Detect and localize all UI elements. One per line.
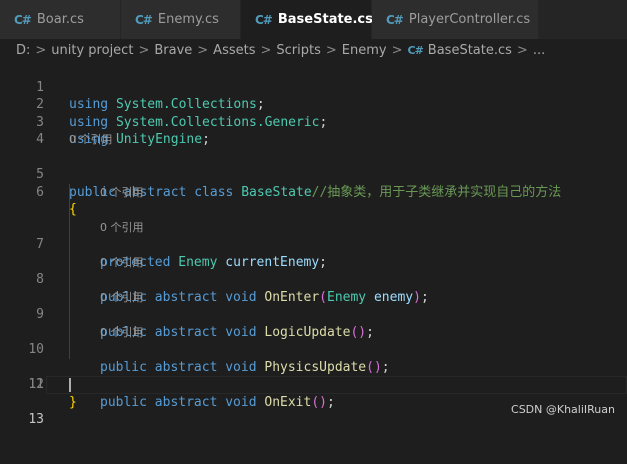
keyword: public abstract void: [100, 394, 257, 410]
code-line: 2 using System.Collections.Generic;: [0, 79, 627, 130]
bracket: }: [69, 394, 77, 410]
chevron-right-icon: >: [260, 42, 272, 58]
code-line: 12 }: [0, 359, 627, 410]
tab-label: PlayerController.cs: [408, 12, 531, 27]
breadcrumb-item[interactable]: D:: [16, 43, 30, 58]
tab-label: BaseState.cs: [277, 12, 373, 27]
tab-boar[interactable]: C# Boar.cs: [0, 0, 121, 39]
codelens-references[interactable]: 0 个引用: [0, 253, 627, 271]
chevron-right-icon: >: [35, 42, 47, 58]
text-cursor: [69, 378, 71, 392]
code-line: 3 using UnityEngine;: [0, 96, 627, 148]
csharp-file-icon: C#: [135, 12, 153, 27]
code-line: 7 protected Enemy currentEnemy;: [0, 201, 627, 270]
tab-basestate[interactable]: C# BaseState.cs ✕: [241, 0, 395, 39]
codelens-references[interactable]: 0 个引用: [0, 288, 627, 306]
tab-enemy[interactable]: C# Enemy.cs: [121, 0, 241, 39]
csharp-file-icon: C#: [255, 12, 273, 27]
line-number: 13: [28, 412, 44, 427]
code-line: 10 public abstract void PhysicsUpdate();: [0, 306, 627, 375]
chevron-right-icon: >: [197, 42, 209, 58]
chevron-right-icon: >: [391, 42, 403, 58]
tab-bar: C# Boar.cs C# Enemy.cs C# BaseState.cs ✕…: [0, 0, 627, 39]
codelens-references[interactable]: 0 个引用: [0, 183, 627, 201]
tab-label: Boar.cs: [36, 12, 84, 27]
watermark: CSDN @KhaliIRuan: [511, 403, 615, 416]
breadcrumb-item[interactable]: Brave: [154, 43, 192, 58]
chevron-right-icon: >: [516, 42, 528, 58]
chevron-right-icon: >: [325, 42, 337, 58]
tab-label: Enemy.cs: [157, 12, 219, 27]
method-name: OnExit: [264, 394, 312, 410]
csharp-file-icon: C#: [386, 12, 404, 27]
code-line: 5 public abstract class BaseState//抽象类，用…: [0, 149, 627, 200]
breadcrumb: D: > unity project > Brave > Assets > Sc…: [0, 39, 627, 61]
code-line: 1 using System.Collections;: [0, 61, 627, 113]
breadcrumb-item[interactable]: BaseState.cs: [428, 43, 512, 58]
breadcrumb-item[interactable]: Enemy: [342, 43, 387, 58]
code-line: 4: [0, 114, 627, 147]
chevron-right-icon: >: [138, 42, 150, 58]
csharp-file-icon: C#: [407, 43, 424, 57]
current-line[interactable]: 13: [0, 376, 627, 427]
code-line: 6 {: [0, 166, 627, 218]
codelens-references[interactable]: 0 个引用: [0, 131, 627, 149]
code-editor[interactable]: 1 using System.Collections; 2 using Syst…: [0, 61, 627, 427]
code-line: 9 public abstract void LogicUpdate();: [0, 271, 627, 340]
codelens-references[interactable]: 0 个引用: [0, 218, 627, 236]
tab-playercontroller[interactable]: C# PlayerController.cs: [372, 0, 539, 39]
breadcrumb-item[interactable]: Assets: [213, 43, 255, 58]
code-line: 8 public abstract void OnEnter(Enemy ene…: [0, 236, 627, 305]
code-line: 11 public abstract void OnExit();: [0, 341, 627, 410]
csharp-file-icon: C#: [14, 12, 32, 27]
breadcrumb-item[interactable]: ...: [533, 43, 545, 58]
codelens-references[interactable]: 0 个引用: [0, 323, 627, 341]
breadcrumb-item[interactable]: Scripts: [276, 43, 320, 58]
breadcrumb-item[interactable]: unity project: [51, 43, 133, 58]
